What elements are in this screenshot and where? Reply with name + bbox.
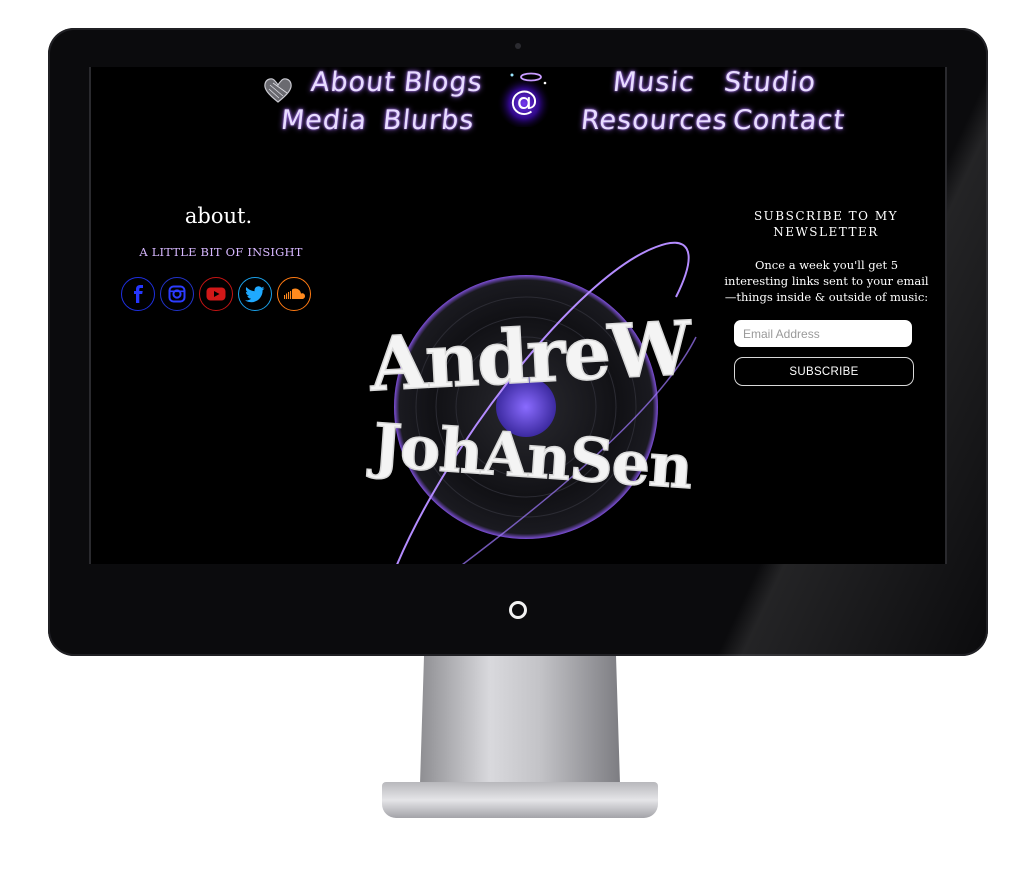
about-title: about.	[184, 204, 253, 228]
facebook-link[interactable]	[121, 277, 155, 311]
facebook-icon	[134, 285, 143, 303]
nav-blogs[interactable]: Blogs	[402, 67, 484, 98]
about-subtitle: A LITTLE BIT OF INSIGHT	[139, 245, 303, 259]
youtube-icon	[206, 287, 226, 301]
camera-icon	[515, 43, 521, 49]
logo-mark: @	[510, 84, 538, 117]
email-address-input[interactable]	[734, 320, 912, 347]
twitter-link[interactable]	[238, 277, 272, 311]
monitor-stand-base	[382, 782, 658, 818]
nav-media[interactable]: Media	[279, 105, 368, 136]
at-logo-icon[interactable]: @	[494, 69, 554, 127]
nav-resources[interactable]: Resources	[579, 105, 729, 136]
hero-logo-artwork: AndreW JohAnSen	[365, 241, 697, 564]
instagram-icon	[168, 285, 186, 303]
website-screen: About Blogs Media Blurbs @ Music Studio …	[89, 67, 947, 564]
nav-blurbs[interactable]: Blurbs	[381, 105, 476, 136]
nav-music[interactable]: Music	[611, 67, 696, 98]
hero-first-name: AndreW	[367, 306, 695, 409]
youtube-link[interactable]	[199, 277, 233, 311]
newsletter-title: SUBSCRIBE TO MY NEWSLETTER	[753, 209, 899, 239]
soundcloud-link[interactable]	[277, 277, 311, 311]
nav-studio[interactable]: Studio	[722, 67, 817, 98]
subscribe-button[interactable]: SUBSCRIBE	[734, 357, 914, 386]
newsletter-description: Once a week you'll get 5 interesting lin…	[724, 258, 929, 304]
monitor-stand-neck	[420, 656, 620, 784]
nav-contact[interactable]: Contact	[731, 105, 846, 136]
heart-icon[interactable]	[263, 76, 293, 104]
power-button[interactable]	[509, 601, 527, 619]
soundcloud-icon	[284, 288, 305, 299]
instagram-link[interactable]	[160, 277, 194, 311]
twitter-icon	[245, 285, 265, 302]
nav-about[interactable]: About	[309, 67, 397, 98]
